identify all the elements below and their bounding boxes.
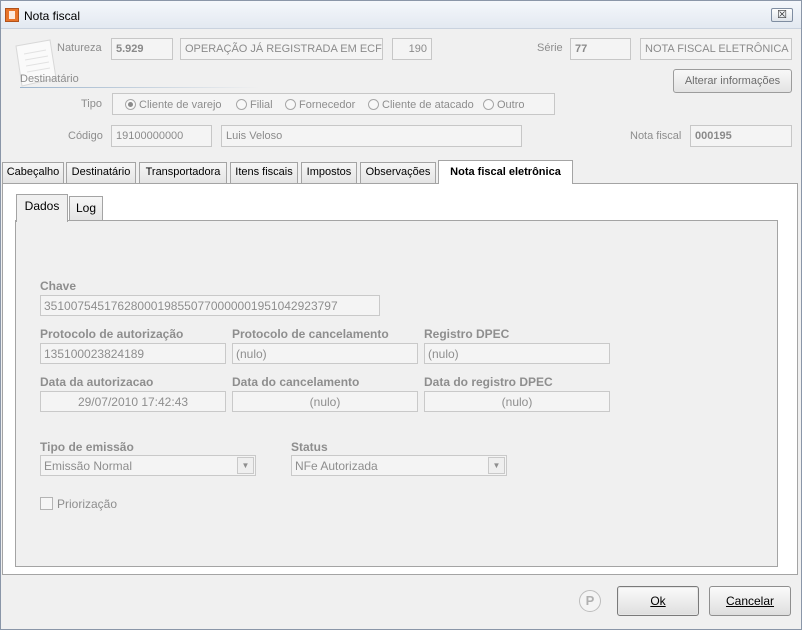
tipo-radio-group: Cliente de varejo Filial Fornecedor Clie…: [112, 93, 555, 115]
registro-dpec-field[interactable]: (nulo): [424, 343, 610, 364]
destinatario-name-field[interactable]: Luis Veloso: [221, 125, 522, 147]
tipo-label: Tipo: [81, 98, 102, 110]
app-icon: [5, 8, 19, 22]
header-panel: Natureza 5.929 OPERAÇÃO JÁ REGISTRADA EM…: [2, 30, 800, 160]
window-title: Nota fiscal: [24, 9, 81, 23]
status-select[interactable]: NFe Autorizada ▼: [291, 455, 507, 476]
subtab-dados[interactable]: Dados: [16, 194, 68, 222]
radio-icon: [236, 99, 247, 110]
data-autorizacao-label: Data da autorizacao: [40, 375, 154, 389]
nota-fiscal-field[interactable]: 000195: [690, 125, 792, 147]
natureza-code-field[interactable]: 5.929: [111, 38, 173, 60]
codigo-label: Código: [68, 130, 103, 142]
natureza-description-field[interactable]: OPERAÇÃO JÁ REGISTRADA EM ECF: [180, 38, 383, 60]
nota-fiscal-label: Nota fiscal: [630, 130, 682, 142]
nfe-panel: Dados Log Chave 351007545176280001985507…: [2, 183, 798, 575]
protocolo-cancelamento-label: Protocolo de cancelamento: [232, 327, 389, 341]
data-registro-dpec-field[interactable]: (nulo): [424, 391, 610, 412]
chave-label: Chave: [40, 279, 77, 293]
dados-panel: Chave 3510075451762800019855077000000195…: [15, 220, 778, 567]
p-circle-icon[interactable]: P: [579, 590, 601, 612]
serie-field[interactable]: 77: [570, 38, 631, 60]
tab-itens-fiscais[interactable]: Itens fiscais: [230, 162, 298, 183]
protocolo-autorizacao-field[interactable]: 135100023824189: [40, 343, 226, 364]
data-cancelamento-field[interactable]: (nulo): [232, 391, 418, 412]
protocolo-autorizacao-label: Protocolo de autorização: [40, 327, 184, 341]
codigo-field[interactable]: 19100000000: [111, 125, 212, 147]
tipo-emissao-label: Tipo de emissão: [40, 440, 134, 454]
protocolo-cancelamento-field[interactable]: (nulo): [232, 343, 418, 364]
dialog-footer: P Ok Cancelar: [2, 575, 800, 629]
radio-outro[interactable]: Outro: [483, 99, 525, 111]
title-bar: Nota fiscal ☒: [1, 1, 801, 29]
ok-button[interactable]: Ok: [617, 586, 699, 616]
dropdown-arrow-icon[interactable]: ▼: [237, 457, 254, 474]
radio-fornecedor[interactable]: Fornecedor: [285, 99, 355, 111]
tipo-emissao-value: Emissão Normal: [44, 459, 133, 473]
cancel-button-label: Cancelar: [725, 594, 775, 608]
tab-impostos[interactable]: Impostos: [301, 162, 357, 183]
tab-transportadora[interactable]: Transportadora: [139, 162, 227, 183]
close-button[interactable]: ☒: [771, 8, 793, 22]
cancel-button[interactable]: Cancelar: [709, 586, 791, 616]
radio-cliente-varejo[interactable]: Cliente de varejo: [125, 99, 222, 111]
dropdown-arrow-icon[interactable]: ▼: [488, 457, 505, 474]
natureza-number-field[interactable]: 190: [392, 38, 432, 60]
destinatario-divider: [20, 87, 260, 88]
tab-destinatario[interactable]: Destinatário: [66, 162, 136, 183]
priorizacao-checkbox[interactable]: Priorização: [40, 497, 117, 511]
nota-fiscal-window: Nota fiscal ☒ Natureza 5.929 OPERAÇÃO JÁ…: [0, 0, 802, 630]
destinatario-section-label: Destinatário: [20, 73, 79, 85]
registro-dpec-label: Registro DPEC: [424, 327, 510, 341]
ok-button-label: Ok: [650, 594, 666, 608]
serie-description-field[interactable]: NOTA FISCAL ELETRÔNICA: [640, 38, 792, 60]
radio-selected-icon: [125, 99, 136, 110]
tipo-emissao-select[interactable]: Emissão Normal ▼: [40, 455, 256, 476]
alterar-informacoes-button[interactable]: Alterar informações: [673, 69, 792, 93]
tab-cabecalho[interactable]: Cabeçalho: [2, 162, 64, 183]
data-autorizacao-field[interactable]: 29/07/2010 17:42:43: [40, 391, 226, 412]
status-value: NFe Autorizada: [295, 459, 378, 473]
serie-label: Série: [537, 42, 563, 54]
data-registro-dpec-label: Data do registro DPEC: [424, 375, 553, 389]
tab-nota-fiscal-eletronica[interactable]: Nota fiscal eletrônica: [438, 160, 573, 184]
subtab-log[interactable]: Log: [69, 196, 103, 221]
tab-observacoes[interactable]: Observações: [360, 162, 436, 183]
chave-field[interactable]: 3510075451762800019855077000000195104292…: [40, 295, 380, 316]
status-label: Status: [291, 440, 328, 454]
natureza-label: Natureza: [57, 42, 102, 54]
data-cancelamento-label: Data do cancelamento: [232, 375, 360, 389]
checkbox-icon: [40, 497, 53, 510]
radio-icon: [285, 99, 296, 110]
radio-cliente-atacado[interactable]: Cliente de atacado: [368, 99, 474, 111]
radio-icon: [483, 99, 494, 110]
radio-filial[interactable]: Filial: [236, 99, 273, 111]
radio-icon: [368, 99, 379, 110]
